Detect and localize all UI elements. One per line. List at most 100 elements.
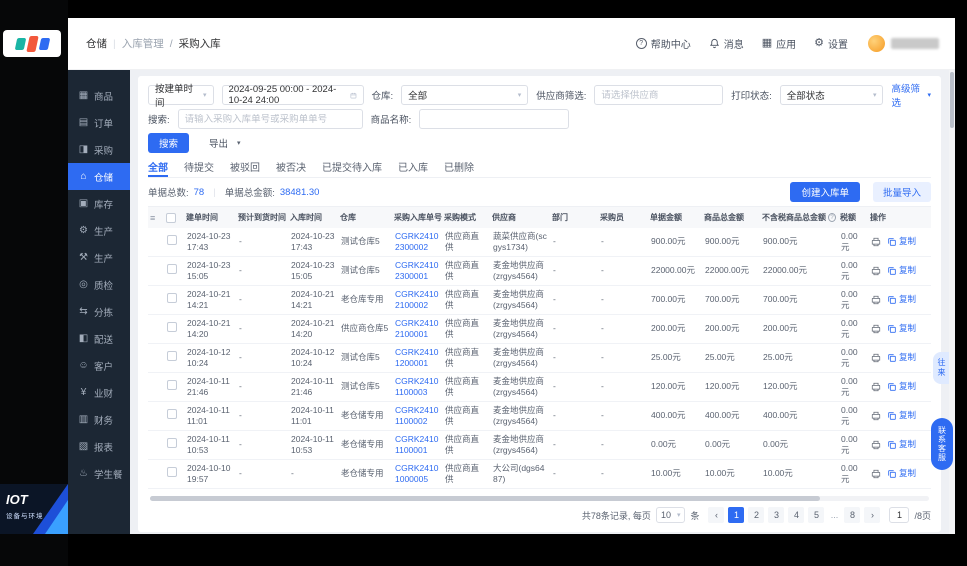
row-checkbox[interactable] <box>167 235 177 245</box>
col-header-5: 采购模式 <box>442 212 490 223</box>
prev-page-button[interactable]: ‹ <box>708 507 724 523</box>
order-number-link[interactable]: CGRK24101100002 <box>392 403 442 429</box>
date-range-picker[interactable]: 2024-09-25 00:00 - 2024-10-24 24:00 <box>222 85 364 105</box>
sidebar-item-quality[interactable]: ◎质检 <box>68 271 130 298</box>
row-checkbox[interactable] <box>167 351 177 361</box>
sidebar-item-sorting[interactable]: ⇆分拣 <box>68 298 130 325</box>
copy-button[interactable]: 复制 <box>887 410 916 421</box>
topbar-messages[interactable]: 消息 <box>709 36 744 51</box>
page-button-8[interactable]: 8 <box>844 507 860 523</box>
topbar-settings[interactable]: ⚙设置 <box>814 36 848 51</box>
sidebar-item-products[interactable]: ▦商品 <box>68 82 130 109</box>
row-checkbox[interactable] <box>167 438 177 448</box>
sidebar-item-customers[interactable]: ☺客户 <box>68 352 130 379</box>
order-number-link[interactable]: CGRK24102300002 <box>392 229 442 255</box>
print-icon[interactable] <box>871 295 881 305</box>
time-type-select[interactable]: 按建单时间 ▾ <box>148 85 214 105</box>
row-checkbox[interactable] <box>167 409 177 419</box>
order-number-link[interactable]: CGRK24102100001 <box>392 316 442 342</box>
search-input[interactable] <box>185 114 356 125</box>
order-number-link[interactable]: CGRK24101100003 <box>392 374 442 400</box>
next-page-button[interactable]: › <box>864 507 880 523</box>
sidebar-item-purchase[interactable]: ◨采购 <box>68 136 130 163</box>
product-name-input[interactable] <box>426 114 562 125</box>
row-checkbox[interactable] <box>167 467 177 477</box>
tab-submitted-pending[interactable]: 已提交待入库 <box>322 156 382 177</box>
page-size-select[interactable]: 10 ▾ <box>656 507 686 523</box>
topbar-help-center[interactable]: ?帮助中心 <box>636 36 691 51</box>
tab-to-submit[interactable]: 待提交 <box>184 156 214 177</box>
sidebar-item-production-1[interactable]: ⚙生产 <box>68 217 130 244</box>
breadcrumb-section[interactable]: 仓储 <box>86 36 107 51</box>
h-scroll-thumb[interactable] <box>150 496 820 501</box>
page-jump-input[interactable] <box>889 507 909 523</box>
copy-button[interactable]: 复制 <box>887 294 916 305</box>
cell-expected-time: - <box>236 408 288 423</box>
topbar-apps[interactable]: ▦应用 <box>762 36 796 51</box>
tab-vetoed[interactable]: 被否决 <box>276 156 306 177</box>
print-icon[interactable] <box>871 469 881 479</box>
search-button[interactable]: 搜索 <box>148 133 189 153</box>
page-button-3[interactable]: 3 <box>768 507 784 523</box>
user-menu[interactable] <box>868 35 939 52</box>
print-icon[interactable] <box>871 353 881 363</box>
col-header-4: 采购入库单号 <box>392 212 442 223</box>
sidebar-item-storage[interactable]: ⌂仓储 <box>68 163 130 190</box>
batch-import-button[interactable]: 批量导入 <box>873 182 931 202</box>
side-panel-tab[interactable]: 往来 <box>933 352 949 384</box>
select-all-checkbox[interactable] <box>166 213 176 223</box>
order-number-link[interactable]: CGRK24101100001 <box>392 432 442 458</box>
cell-inbound-time: - <box>288 466 338 481</box>
company-logo[interactable] <box>3 30 61 57</box>
order-number-link[interactable]: CGRK24102100002 <box>392 287 442 313</box>
breadcrumb-parent[interactable]: 入库管理 <box>122 36 164 51</box>
page-button-1[interactable]: 1 <box>728 507 744 523</box>
row-checkbox[interactable] <box>167 293 177 303</box>
tab-stored[interactable]: 已入库 <box>398 156 428 177</box>
supplier-filter-input[interactable] <box>601 90 716 101</box>
order-number-link[interactable]: CGRK24101200001 <box>392 345 442 371</box>
sidebar-item-production-2[interactable]: ⚒生产 <box>68 244 130 271</box>
export-button[interactable]: 导出 ▾ <box>209 136 241 150</box>
print-icon[interactable] <box>871 324 881 334</box>
print-icon[interactable] <box>871 382 881 392</box>
contact-support-button[interactable]: 联系客服 <box>931 418 953 470</box>
copy-button[interactable]: 复制 <box>887 381 916 392</box>
row-checkbox[interactable] <box>167 264 177 274</box>
sidebar-item-finance[interactable]: ▥财务 <box>68 406 130 433</box>
print-icon[interactable] <box>871 237 881 247</box>
sidebar-item-inventory[interactable]: ▣库存 <box>68 190 130 217</box>
sidebar-item-business-finance[interactable]: ¥业财 <box>68 379 130 406</box>
page-button-5[interactable]: 5 <box>808 507 824 523</box>
copy-button[interactable]: 复制 <box>887 439 916 450</box>
warehouse-select[interactable]: 全部 ▾ <box>401 85 528 105</box>
v-scroll-thumb[interactable] <box>950 72 954 128</box>
copy-button[interactable]: 复制 <box>887 236 916 247</box>
print-status-value: 全部状态 <box>787 88 825 102</box>
copy-button[interactable]: 复制 <box>887 468 916 479</box>
print-icon[interactable] <box>871 266 881 276</box>
advanced-filter-link[interactable]: 高级筛选 ▾ <box>891 81 931 109</box>
order-number-link[interactable]: CGRK24101000005 <box>392 461 442 487</box>
create-inbound-button[interactable]: 创建入库单 <box>790 182 860 202</box>
print-icon[interactable] <box>871 440 881 450</box>
tab-rejected[interactable]: 被驳回 <box>230 156 260 177</box>
copy-button[interactable]: 复制 <box>887 265 916 276</box>
tab-deleted[interactable]: 已删除 <box>444 156 474 177</box>
print-icon[interactable] <box>871 411 881 421</box>
print-status-select[interactable]: 全部状态 ▾ <box>780 85 884 105</box>
row-checkbox[interactable] <box>167 322 177 332</box>
sidebar-item-orders[interactable]: ▤订单 <box>68 109 130 136</box>
sidebar-item-student-meals[interactable]: ♨学生餐 <box>68 460 130 487</box>
tab-all[interactable]: 全部 <box>148 156 168 177</box>
copy-button[interactable]: 复制 <box>887 323 916 334</box>
page-button-4[interactable]: 4 <box>788 507 804 523</box>
sidebar-item-delivery[interactable]: ◧配送 <box>68 325 130 352</box>
info-icon[interactable]: ? <box>828 213 836 222</box>
copy-button[interactable]: 复制 <box>887 352 916 363</box>
sidebar-item-reports[interactable]: ▧报表 <box>68 433 130 460</box>
row-checkbox[interactable] <box>167 380 177 390</box>
order-number-link[interactable]: CGRK24102300001 <box>392 258 442 284</box>
cell-inbound-time: 2024-10-11 21:46 <box>288 374 338 400</box>
page-button-2[interactable]: 2 <box>748 507 764 523</box>
